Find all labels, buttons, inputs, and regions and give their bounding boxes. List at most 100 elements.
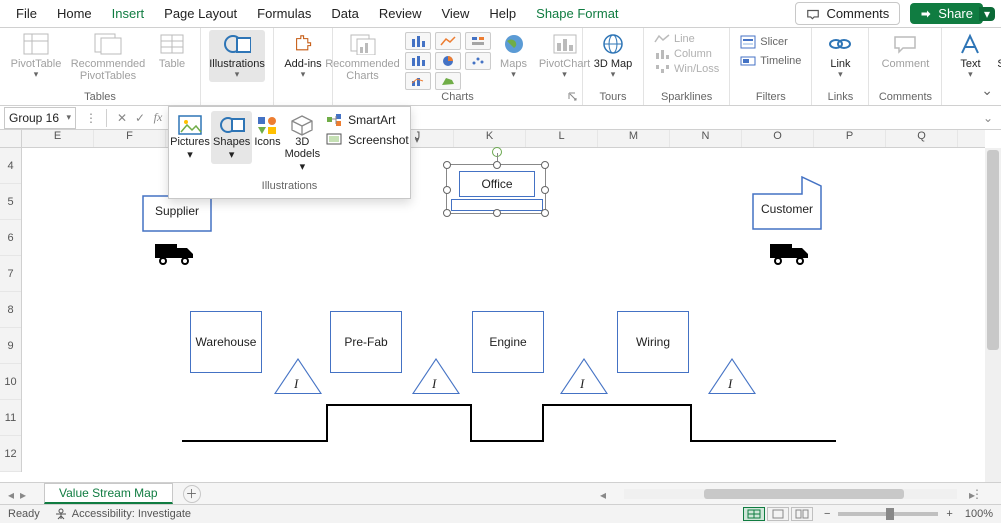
chart-line-button[interactable] <box>435 32 461 50</box>
fx-icon[interactable]: fx <box>149 109 167 127</box>
icons-button[interactable]: Icons <box>252 111 282 151</box>
row-10[interactable]: 10 <box>0 364 21 400</box>
row-5[interactable]: 5 <box>0 184 21 220</box>
office-selection[interactable]: Office <box>446 164 546 214</box>
row-6[interactable]: 6 <box>0 220 21 256</box>
path-seg[interactable] <box>470 404 472 442</box>
shapes-button[interactable]: Shapes▾ <box>211 111 252 164</box>
share-button[interactable]: Share <box>910 3 983 24</box>
row-7[interactable]: 7 <box>0 256 21 292</box>
tab-nav-prev[interactable]: ◂ <box>8 488 20 500</box>
comment-button[interactable]: Comment <box>877 30 933 72</box>
hscroll-right[interactable]: ▸ <box>969 488 981 500</box>
chart-scatter-button[interactable] <box>465 52 491 70</box>
row-4[interactable]: 4 <box>0 148 21 184</box>
3d-models-button[interactable]: 3D Models▾ <box>283 111 322 176</box>
row-11[interactable]: 11 <box>0 400 21 436</box>
row-headers[interactable]: 4 5 6 7 8 9 10 11 12 <box>0 148 22 472</box>
tab-home[interactable]: Home <box>47 2 102 25</box>
col-m[interactable]: M <box>598 130 670 147</box>
zoom-slider[interactable] <box>838 512 938 516</box>
tab-help[interactable]: Help <box>479 2 526 25</box>
path-seg[interactable] <box>326 404 470 406</box>
col-l[interactable]: L <box>526 130 598 147</box>
sparkline-winloss-button[interactable]: Win/Loss <box>652 62 721 76</box>
col-q[interactable]: Q <box>886 130 958 147</box>
select-all-corner[interactable] <box>0 130 22 148</box>
tab-review[interactable]: Review <box>369 2 432 25</box>
name-box[interactable]: Group 16 ▾ <box>4 107 76 129</box>
sheet-tab-vsm[interactable]: Value Stream Map <box>44 483 173 504</box>
link-button[interactable]: Link▾ <box>820 30 860 82</box>
path-seg[interactable] <box>182 440 326 442</box>
truck-supplier-icon[interactable] <box>155 242 195 269</box>
view-page-layout-button[interactable] <box>767 507 789 521</box>
tab-view[interactable]: View <box>431 2 479 25</box>
row-8[interactable]: 8 <box>0 292 21 328</box>
tab-nav-next[interactable]: ▸ <box>20 488 32 500</box>
vertical-scrollbar[interactable] <box>985 148 1001 482</box>
prefab-shape[interactable]: Pre-Fab <box>330 311 402 373</box>
col-n[interactable]: N <box>670 130 742 147</box>
zoom-out-button[interactable]: − <box>824 508 830 520</box>
tab-formulas[interactable]: Formulas <box>247 2 321 25</box>
chart-combo-button[interactable] <box>405 72 431 90</box>
col-f[interactable]: F <box>94 130 166 147</box>
zoom-in-button[interactable]: + <box>946 508 952 520</box>
formula-expand-button[interactable]: ⌄ <box>983 111 997 125</box>
tab-data[interactable]: Data <box>321 2 368 25</box>
add-sheet-button[interactable]: ＋ <box>183 485 201 503</box>
timeline-button[interactable]: Timeline <box>738 53 803 69</box>
ribbon-collapse-button[interactable]: ⌄ <box>981 82 993 99</box>
col-e[interactable]: E <box>22 130 94 147</box>
zoom-level[interactable]: 100% <box>965 508 993 520</box>
screenshot-button[interactable]: Screenshot ▾ <box>326 133 419 147</box>
chart-column-button[interactable] <box>405 32 431 50</box>
zoom-knob[interactable] <box>886 508 894 520</box>
view-normal-button[interactable] <box>743 507 765 521</box>
maps-button[interactable]: Maps▾ <box>493 30 535 82</box>
tab-file[interactable]: File <box>6 2 47 25</box>
tab-insert[interactable]: Insert <box>102 2 155 25</box>
engine-shape[interactable]: Engine <box>472 311 544 373</box>
path-seg[interactable] <box>326 404 328 442</box>
warehouse-shape[interactable]: Warehouse <box>190 311 262 373</box>
tab-shape-format[interactable]: Shape Format <box>526 2 628 25</box>
path-seg[interactable] <box>470 440 542 442</box>
col-k[interactable]: K <box>454 130 526 147</box>
view-page-break-button[interactable] <box>791 507 813 521</box>
truck-customer-icon[interactable] <box>770 242 810 269</box>
pivottable-button[interactable]: PivotTable▾ <box>8 30 64 82</box>
fx-cancel-button[interactable]: ✕ <box>113 109 131 127</box>
chart-hier-button[interactable] <box>465 32 491 50</box>
horizontal-scrollbar[interactable]: ◂ ▸ <box>600 487 981 501</box>
row-9[interactable]: 9 <box>0 328 21 364</box>
office-shape[interactable]: Office <box>459 171 535 197</box>
text-button[interactable]: Text▾ <box>950 30 990 82</box>
name-box-dropdown[interactable]: ▾ <box>66 112 71 123</box>
col-p[interactable]: P <box>814 130 886 147</box>
status-accessibility[interactable]: Accessibility: Investigate <box>72 508 191 520</box>
smartart-button[interactable]: SmartArt <box>326 113 419 127</box>
charts-dialog-launcher[interactable] <box>568 91 580 103</box>
share-dropdown[interactable]: ▾ <box>979 7 995 21</box>
hscroll-left[interactable]: ◂ <box>600 488 612 500</box>
sparkline-column-button[interactable]: Column <box>652 47 721 61</box>
tab-page-layout[interactable]: Page Layout <box>154 2 247 25</box>
hscroll-thumb[interactable] <box>704 489 904 499</box>
cells-area[interactable]: Supplier Customer Office <box>22 148 985 482</box>
illustrations-button[interactable]: Illustrations▾ <box>209 30 265 82</box>
table-button[interactable]: Table <box>152 30 192 72</box>
path-seg[interactable] <box>690 404 692 442</box>
comments-button[interactable]: Comments <box>795 2 900 25</box>
symbols-button[interactable]: Symbols▾ <box>994 30 1001 82</box>
path-seg[interactable] <box>690 440 836 442</box>
customer-shape[interactable]: Customer <box>752 176 822 230</box>
column-headers[interactable]: E F G H I J K L M N O P Q <box>22 130 985 148</box>
pictures-button[interactable]: Pictures▾ <box>169 111 211 164</box>
chart-surface-button[interactable] <box>435 72 461 90</box>
addins-button[interactable]: Add-ins▾ <box>282 30 324 82</box>
recommended-charts-button[interactable]: Recommended Charts <box>323 30 403 84</box>
3d-map-button[interactable]: 3D Map▾ <box>591 30 635 82</box>
col-o[interactable]: O <box>742 130 814 147</box>
